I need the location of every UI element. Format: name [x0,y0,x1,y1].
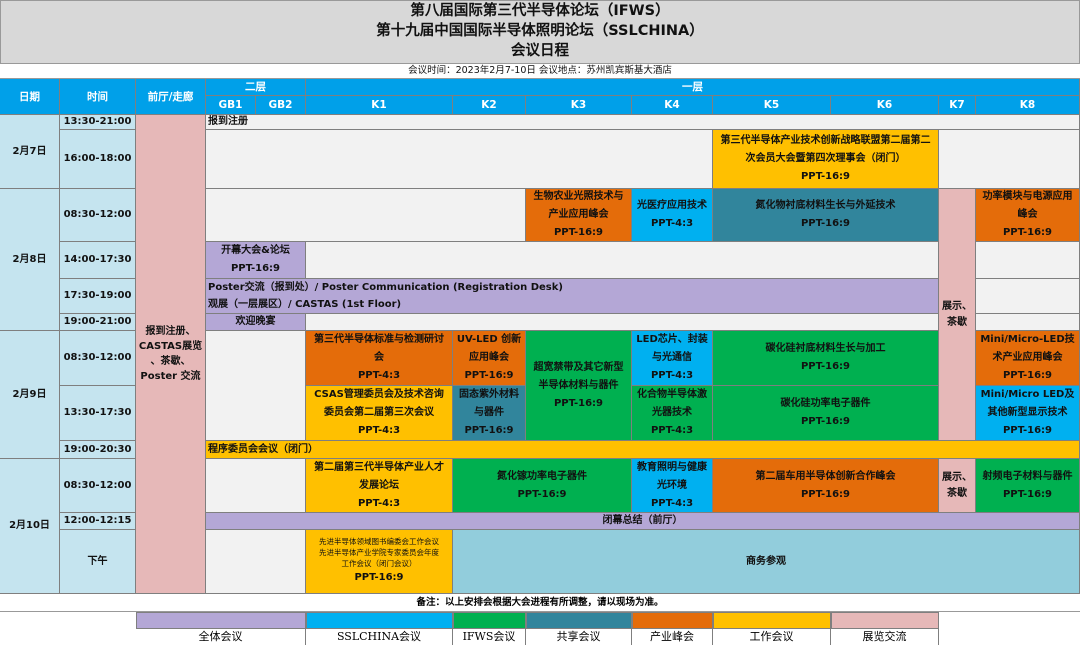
event-sic-power: 碳化硅功率电子器件 PPT-16:9 [713,386,939,441]
col-k1: K1 [306,96,453,115]
note: 备注：以上安排会根据大会进程有所调整，请以现场为准。 [0,594,1080,612]
hall-activities: 报到注册、 CASTAS展览 、茶歇、 Poster 交流 [136,115,206,594]
col-k4: K4 [632,96,713,115]
time-slot: 08:30-12:00 [60,331,136,386]
event-alliance: 第三代半导体产业技术创新战略联盟第二届第二 次会员大会暨第四次理事会（闭门） P… [713,130,939,189]
legend-label: 展览交流 [831,629,939,645]
time-slot: 19:00-20:30 [60,441,136,459]
legend-label: 产业峰会 [632,629,713,645]
date-feb7: 2月7日 [0,115,60,189]
time-slot: 08:30-12:00 [60,189,136,242]
event-edu-lighting: 教育照明与健康 光环境 PPT-4:3 [632,459,713,513]
date-feb10: 2月10日 [0,459,60,594]
legend-label: 工作会议 [713,629,831,645]
time-slot: 19:00-21:00 [60,314,136,331]
legend-label: 全体会议 [136,629,306,645]
event-sic-substrate: 碳化硅衬底材料生长与加工 PPT-16:9 [713,331,939,386]
legend-swatch [831,612,939,629]
col-gb2: GB2 [256,96,306,115]
empty-cell [306,242,939,279]
event-rf: 射频电子材料与器件 PPT-16:9 [976,459,1080,513]
event-microled-industry: Mini/Micro-LED技 术产业应用峰会 PPT-16:9 [976,331,1080,386]
event-bio-lighting: 生物农业光照技术与 产业应用峰会 PPT-16:9 [526,189,632,242]
event-registration: 报到注册 [206,115,1080,130]
event-solid-uv: 固态紫外材料 与器件 PPT-16:9 [453,386,526,441]
time-slot: 12:00-12:15 [60,513,136,530]
event-industry-talent: 第二届第三代半导体产业人才 发展论坛 PPT-4:3 [306,459,453,513]
time-slot: 14:00-17:30 [60,242,136,279]
event-power-module: 功率模块与电源应用 峰会 PPT-16:9 [976,189,1080,242]
event-poster: Poster交流（报到处）/ Poster Communication (Reg… [206,279,939,314]
col-hall: 前厅/走廊 [136,79,206,115]
legend-swatch [526,612,632,629]
date-feb8: 2月8日 [0,189,60,331]
col-k6: K6 [831,96,939,115]
meeting-info: 会议时间：2023年2月7-10日 会议地点：苏州凯宾斯基大酒店 [0,64,1080,79]
event-ultra-wide: 超宽禁带及其它新型 半导体材料与器件 PPT-16:9 [526,331,632,441]
event-advanced-semi-ppt: PPT-16:9 [354,572,404,583]
col-gb1: GB1 [206,96,256,115]
event-program-committee: 程序委员会会议（闭门） [206,441,1080,459]
time-slot: 13:30-17:30 [60,386,136,441]
empty-cell [206,130,713,189]
event-expo-k7: 展示、 茶歇 [939,189,976,441]
time-slot: 08:30-12:00 [60,459,136,513]
time-slot: 13:30-21:00 [60,115,136,130]
event-automotive: 第二届车用半导体创新合作峰会 PPT-16:9 [713,459,939,513]
event-standards: 第三代半导体标准与检测研讨 会 PPT-4:3 [306,331,453,386]
col-k7: K7 [939,96,976,115]
event-csas: CSAS管理委员会及技术咨询 委员会第二届第三次会议 PPT-4:3 [306,386,453,441]
legend-swatch [306,612,453,629]
legend-label: 共享会议 [526,629,632,645]
event-medical: 光医疗应用技术 PPT-4:3 [632,189,713,242]
legend-swatch [453,612,526,629]
col-floor1: 一层 [306,79,1080,96]
col-floor2: 二层 [206,79,306,96]
col-k2: K2 [453,96,526,115]
event-led-chip: LED芯片、封装 与光通信 PPT-4:3 [632,331,713,386]
event-advanced-semi: 先进半导体领域图书编委会工作会议 先进半导体产业学院专家委员会年度 工作会议（闭… [306,530,453,594]
legend-swatch [136,612,306,629]
event-closing: 闭幕总结（前厅） [206,513,1080,530]
time-slot: 17:30-19:00 [60,279,136,314]
event-dinner: 欢迎晚宴 [206,314,306,331]
legend-swatch [632,612,713,629]
col-k3: K3 [526,96,632,115]
event-expo-k7-feb10: 展示、 茶歇 [939,459,976,513]
event-gan-power: 氮化镓功率电子器件 PPT-16:9 [453,459,632,513]
empty-cell [206,530,306,594]
page-header: 第八届国际第三代半导体论坛（IFWS） 第十九届中国国际半导体照明论坛（SSLC… [0,0,1080,64]
empty-cell [939,130,1080,189]
col-k8: K8 [976,96,1080,115]
legend-label: SSLCHINA会议 [306,629,453,645]
event-opening: 开幕大会&论坛 PPT-16:9 [206,242,306,279]
empty-cell [206,459,306,513]
event-uvled: UV-LED 创新 应用峰会 PPT-16:9 [453,331,526,386]
col-time: 时间 [60,79,136,115]
legend-label: IFWS会议 [453,629,526,645]
time-slot: 下午 [60,530,136,594]
time-slot: 16:00-18:00 [60,130,136,189]
event-gan-substrate: 氮化物衬底材料生长与外延技术 PPT-16:9 [713,189,939,242]
col-date: 日期 [0,79,60,115]
title-ifws: 第八届国际第三代半导体论坛（IFWS） [410,3,670,19]
empty-cell [976,314,1080,331]
title-sslchina: 第十九届中国国际半导体照明论坛（SSLCHINA） [376,23,704,39]
col-k5: K5 [713,96,831,115]
legend-swatch [713,612,831,629]
event-advanced-semi-desc: 先进半导体领域图书编委会工作会议 先进半导体产业学院专家委员会年度 工作会议（闭… [319,537,439,568]
event-business-visit: 商务参观 [453,530,1080,594]
date-feb9: 2月9日 [0,331,60,459]
event-compound-laser: 化合物半导体激 光器技术 PPT-4:3 [632,386,713,441]
empty-cell [206,331,306,441]
empty-cell [976,279,1080,314]
title-schedule: 会议日程 [511,43,569,59]
event-microled-display: Mini/Micro LED及 其他新型显示技术 PPT-16:9 [976,386,1080,441]
empty-cell [206,189,526,242]
empty-cell [306,314,939,331]
empty-cell [976,242,1080,279]
